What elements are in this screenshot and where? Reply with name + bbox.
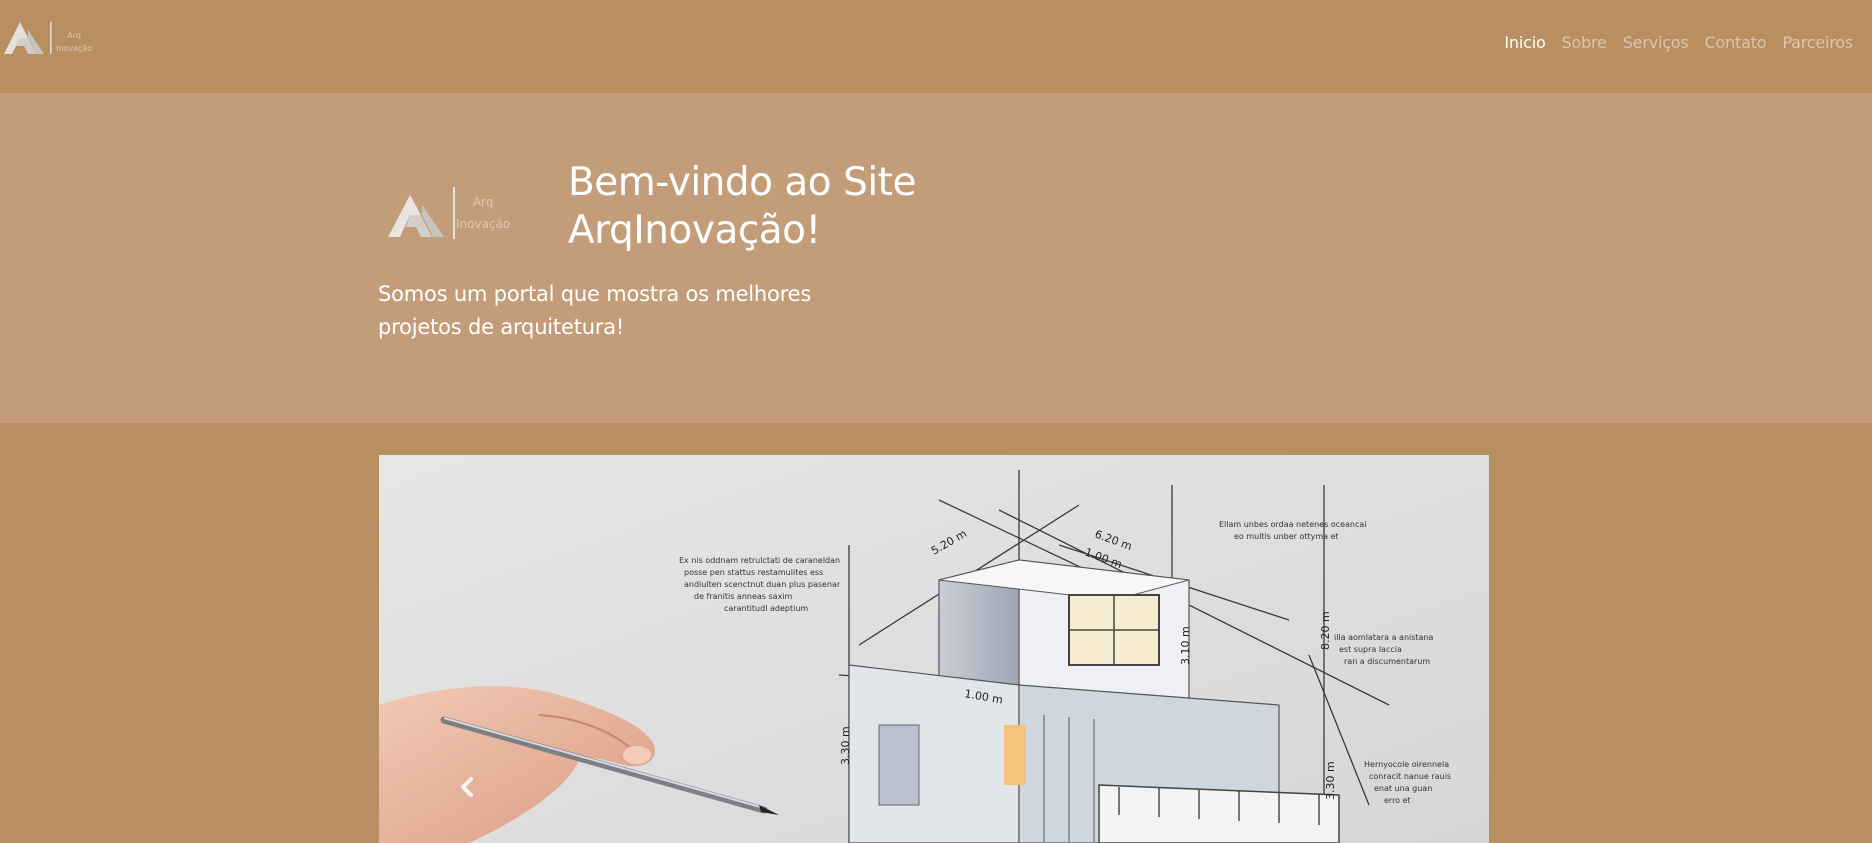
brand-logo[interactable]: Arq Inovação	[2, 18, 94, 58]
note-line: Hernyocole oirennela	[1364, 760, 1449, 769]
note-line: illa aomlatara a anistana	[1334, 633, 1434, 642]
hero-title: Bem-vindo ao Site ArqInovação!	[568, 160, 916, 253]
image-carousel[interactable]: Ex nis oddnam retrulctati de caraneldan …	[379, 455, 1489, 843]
dim-label-e: 8.20 m	[1319, 611, 1332, 650]
hero-subtitle: Somos um portal que mostra os melhores p…	[378, 282, 812, 339]
note-line: de franitis anneas saxim	[694, 592, 793, 601]
hero-logo-text: Arq Inovação	[456, 191, 510, 235]
architecture-sketch-image: Ex nis oddnam retrulctati de caraneldan …	[379, 455, 1489, 843]
note-line: Ellam unbes ordaa netenes oceancai	[1219, 520, 1367, 529]
hero-logo-line2: Inovação	[456, 217, 511, 231]
note-line: enat una guan	[1374, 784, 1432, 793]
nav-link-servicos[interactable]: Serviços	[1615, 33, 1697, 52]
dim-label-h: 3.30 m	[1324, 761, 1337, 800]
logo-mark-icon	[4, 22, 52, 54]
note-line: Ex nis oddnam retrulctati de caraneldan	[679, 556, 840, 565]
note-line: posse pen stattus restamulites ess	[684, 568, 823, 577]
note-line: andiulten scenctnut duan plus pasenar	[684, 580, 841, 589]
brand-name: Arq Inovação	[56, 29, 92, 55]
note-line: eo multis unber ottyma et	[1234, 532, 1339, 541]
hero-logo-line1: Arq	[472, 195, 494, 209]
nav-link-sobre[interactable]: Sobre	[1554, 33, 1615, 52]
chevron-left-icon	[461, 777, 473, 797]
nav-link-parceiros[interactable]: Parceiros	[1774, 33, 1861, 52]
main-nav: Inicio Sobre Serviços Contato Parceiros	[1496, 30, 1861, 54]
note-line: erro et	[1384, 796, 1411, 805]
hero-section: Arq Inovação Bem-vindo ao Site ArqInovaç…	[0, 93, 1872, 423]
nav-link-contato[interactable]: Contato	[1697, 33, 1775, 52]
hero-logo-mark-icon	[388, 187, 455, 239]
dim-label-g: 3.30 m	[839, 726, 852, 765]
brand-name-line1: Arq	[67, 31, 81, 40]
navbar: Arq Inovação Inicio Sobre Serviços Conta…	[0, 0, 1872, 93]
hero-logo: Arq Inovação	[386, 183, 526, 245]
nav-link-inicio[interactable]: Inicio	[1496, 33, 1553, 52]
note-line: ran a discumentarum	[1344, 657, 1430, 666]
note-line: est supra laccia	[1339, 645, 1402, 654]
dim-label-d: 3.10 m	[1179, 626, 1192, 665]
carousel-prev-button[interactable]	[453, 773, 481, 801]
brand-name-line2: Inovação	[56, 44, 93, 53]
note-line: carantitudl adeptium	[724, 604, 808, 613]
note-line: conracit nanue rauis	[1369, 772, 1451, 781]
